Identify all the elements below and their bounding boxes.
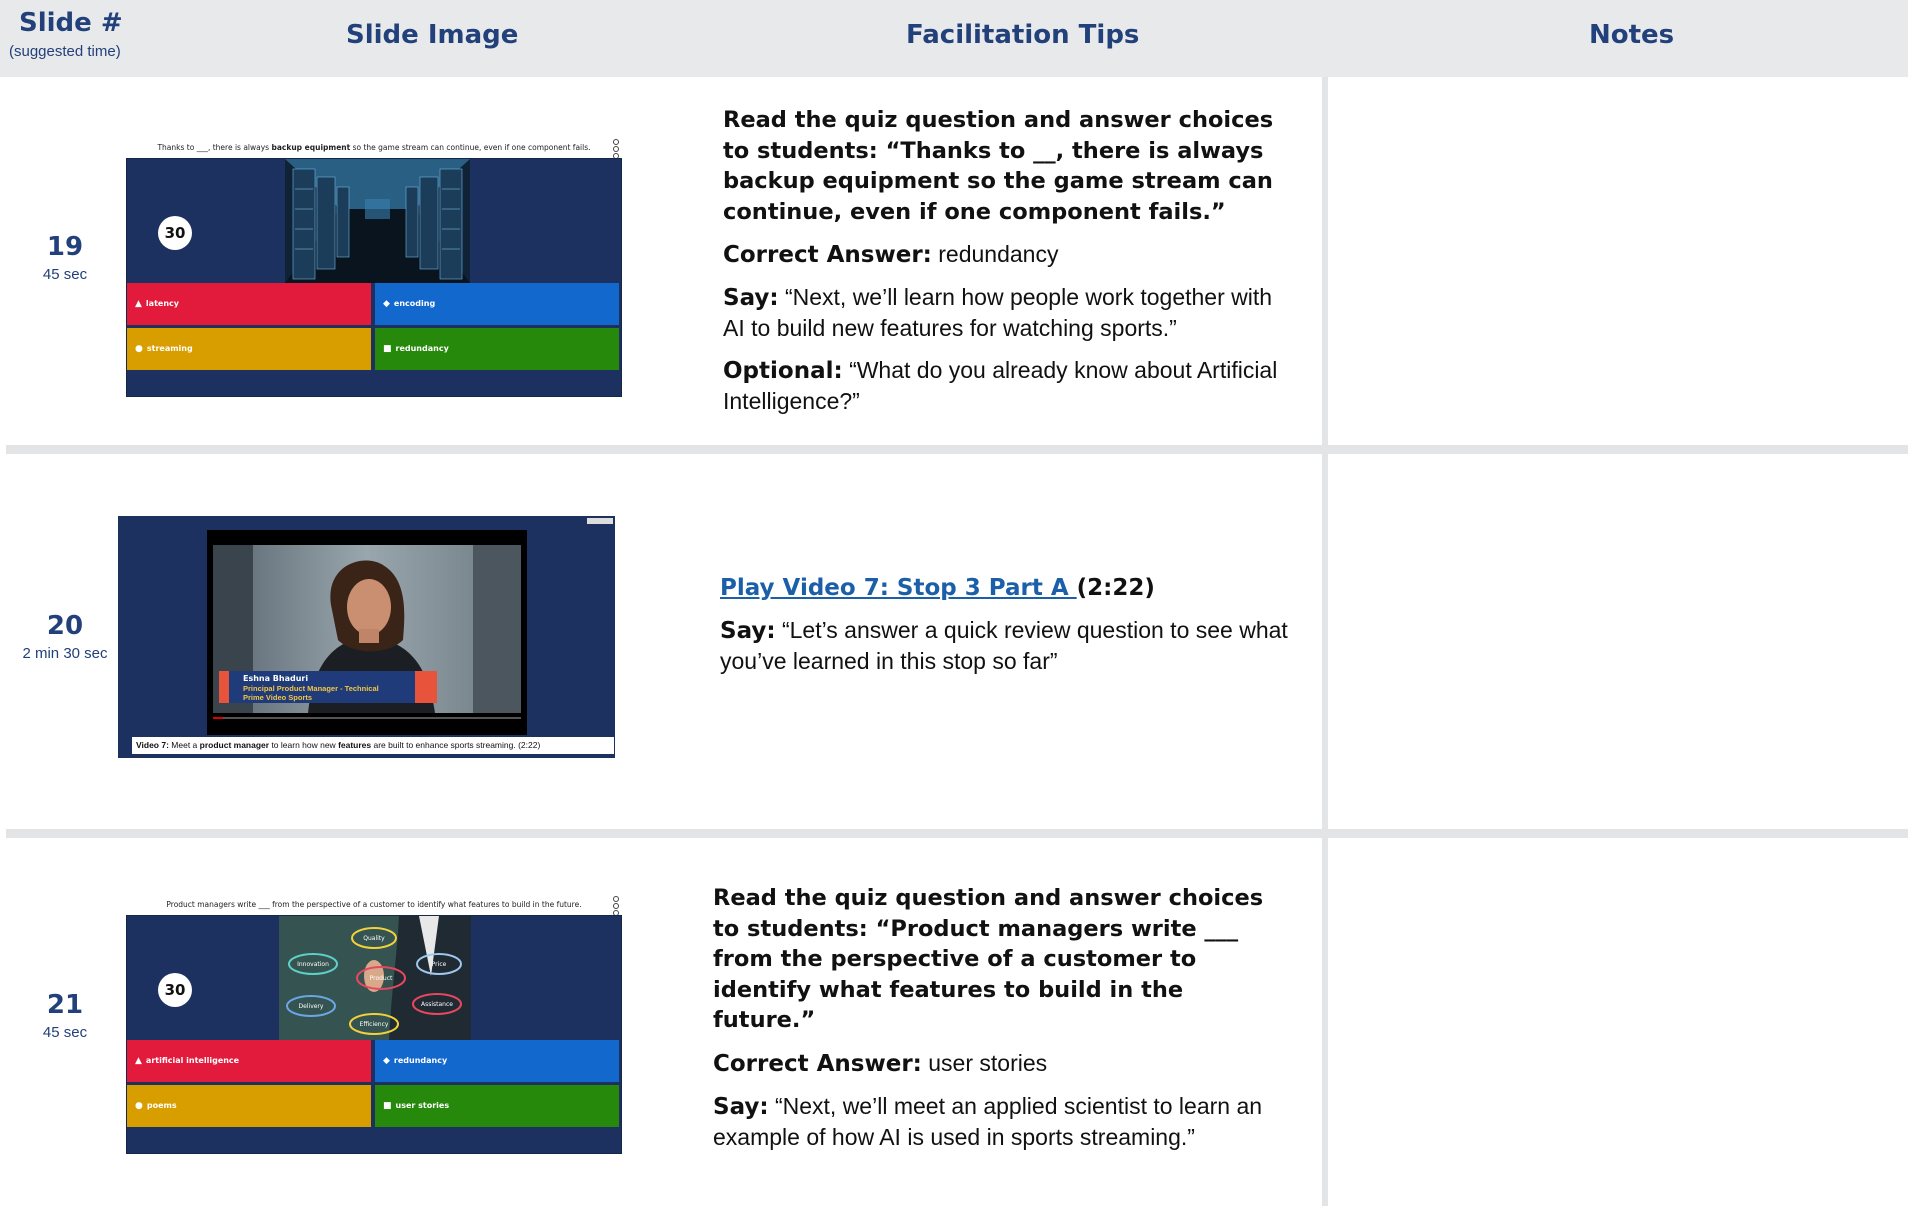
row-divider xyxy=(6,445,1908,454)
slide-number: 19 xyxy=(46,232,84,262)
presenter-name: Eshna Bhaduri xyxy=(243,674,309,683)
tip-play-video: Play Video 7: Stop 3 Part A (2:22) xyxy=(720,575,1155,601)
diagram-label: Innovation xyxy=(297,961,329,968)
quiz-question: Thanks to ___, there is always backup eq… xyxy=(157,143,591,152)
diagram-label: Efficiency xyxy=(360,1021,389,1028)
video-slide-thumbnail: Eshna Bhaduri Principal Product Manager … xyxy=(118,516,615,758)
slide-time: 2 min 30 sec xyxy=(22,645,108,662)
answer-option: ▲ latency xyxy=(127,283,371,325)
timer-badge: 30 xyxy=(158,216,192,250)
tip-say: Say: “Let’s answer a quick review questi… xyxy=(720,617,1288,674)
diamond-icon: ◆ xyxy=(383,1056,390,1066)
circle-icon: ● xyxy=(135,1101,143,1111)
quiz-board: 30 Quality Innovation Price Product Deli… xyxy=(126,915,622,1154)
video-toolbar xyxy=(587,518,613,524)
presenter-role: Principal Product Manager - Technical xyxy=(243,684,379,693)
tip-optional: Optional: “What do you already know abou… xyxy=(723,357,1278,414)
quiz-question: Product managers write ___ from the pers… xyxy=(166,900,582,909)
circle-icon: ● xyxy=(135,344,143,354)
answer-option: ● poems xyxy=(127,1085,371,1127)
quiz-slide-thumbnail: Product managers write ___ from the pers… xyxy=(126,894,622,1154)
timer-badge: 30 xyxy=(158,973,192,1007)
header-slide-image: Slide Image xyxy=(346,20,519,50)
facilitation-tips: Read the quiz question and answer choice… xyxy=(723,105,1293,428)
play-video-link[interactable]: Play Video 7: Stop 3 Part A xyxy=(720,575,1077,601)
tip-say: Say: “Next, we’ll meet an applied scient… xyxy=(713,1092,1263,1150)
presenter-team: Prime Video Sports xyxy=(243,693,313,702)
slide-number: 20 xyxy=(46,611,84,641)
header-notes: Notes xyxy=(1589,20,1675,50)
product-diagram-image: Quality Innovation Price Product Deliver… xyxy=(279,916,471,1040)
quiz-board: 30 ▲ latency ◆ encoding ● streaming ■ redund… xyxy=(126,158,622,397)
square-icon: ■ xyxy=(383,1101,392,1111)
facilitation-tips: Read the quiz question and answer choice… xyxy=(713,883,1283,1164)
more-options-icon xyxy=(612,896,620,916)
server-room-image xyxy=(285,159,470,283)
answer-option: ◆ encoding xyxy=(375,283,619,325)
header-suggested-time: (suggested time) xyxy=(9,43,121,60)
diagram-label: Delivery xyxy=(299,1003,324,1010)
triangle-icon: ▲ xyxy=(135,299,142,309)
lower-third-name-banner: Eshna Bhaduri Principal Product Manager … xyxy=(219,671,437,703)
triangle-icon: ▲ xyxy=(135,1056,142,1066)
tip-intro: Read the quiz question and answer choice… xyxy=(713,885,1264,1033)
tip-intro: Read the quiz question and answer choice… xyxy=(723,107,1274,225)
more-options-icon xyxy=(612,139,620,159)
diagram-label: Quality xyxy=(363,935,385,942)
row-divider xyxy=(6,829,1908,838)
quiz-slide-thumbnail: Thanks to ___, there is always backup eq… xyxy=(126,137,622,397)
facilitation-tips: Play Video 7: Stop 3 Part A (2:22) Say: … xyxy=(720,572,1290,688)
slide-time: 45 sec xyxy=(42,266,88,283)
video-controls xyxy=(207,715,527,735)
column-divider xyxy=(1322,77,1328,1206)
header-slide-number: Slide # xyxy=(19,8,123,38)
answer-option: ■ redundancy xyxy=(375,328,619,370)
diagram-label: Price xyxy=(432,961,447,968)
square-icon: ■ xyxy=(383,344,392,354)
video-player: Eshna Bhaduri Principal Product Manager … xyxy=(207,530,527,735)
slide-number: 21 xyxy=(46,990,84,1020)
answer-option: ◆ redundancy xyxy=(375,1040,619,1082)
slide-time: 45 sec xyxy=(42,1024,88,1041)
arrow-logo-icon xyxy=(415,671,437,703)
video-caption: Video 7: Meet a product manager to learn… xyxy=(132,737,614,754)
answer-option: ▲ artificial intelligence xyxy=(127,1040,371,1082)
answer-option: ■ user stories xyxy=(375,1085,619,1127)
progress-bar xyxy=(213,717,223,719)
header-facilitation-tips: Facilitation Tips xyxy=(906,20,1140,50)
tip-say: Say: “Next, we’ll learn how people work … xyxy=(723,284,1273,341)
diagram-label: Product xyxy=(370,975,393,982)
tip-correct-answer: Correct Answer: user stories xyxy=(713,1049,1048,1077)
tip-correct-answer: Correct Answer: redundancy xyxy=(723,241,1059,268)
diamond-icon: ◆ xyxy=(383,299,390,309)
answer-option: ● streaming xyxy=(127,328,371,370)
diagram-label: Assistance xyxy=(421,1001,453,1008)
